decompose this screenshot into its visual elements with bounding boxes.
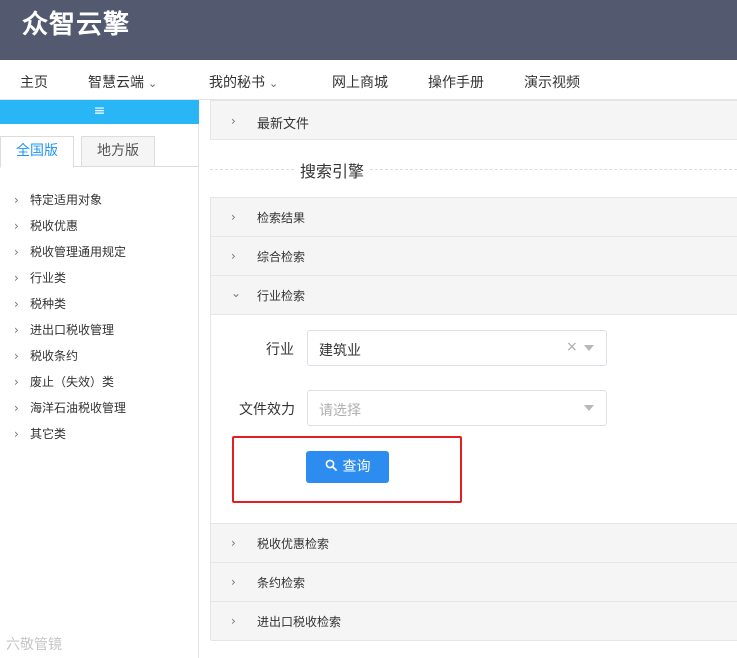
panel-comprehensive-search[interactable]: › 综合检索 — [211, 237, 737, 276]
sidebar: ≡ 全国版 地方版 › 特定适用对象 › 税收优惠 › 税收管理通用规定 › 行业类 ›… — [0, 100, 199, 658]
chevron-right-icon: › — [14, 297, 19, 311]
chevron-right-icon: › — [14, 375, 19, 389]
nav-my-secretary-label: 我的秘书 — [209, 75, 265, 91]
tree-item-label: 税收条约 — [30, 349, 79, 363]
search-icon — [325, 451, 337, 483]
tree-item[interactable]: › 行业类 — [0, 270, 199, 296]
main-content: › 最新文件 搜索引擎 › 检索结果 › 综合检索 ⌄ 行业检索 › 税收优惠检… — [210, 100, 737, 658]
chevron-right-icon: › — [231, 249, 236, 263]
search-engine-title: 搜索引擎 — [300, 162, 365, 181]
tree-item[interactable]: › 其它类 — [0, 426, 199, 452]
tree-item[interactable]: › 废止（失效）类 — [0, 374, 199, 400]
query-button[interactable]: 查询 — [306, 451, 389, 483]
panel-label: 进出口税收检索 — [257, 615, 342, 629]
panel-tax-incentive-search[interactable]: › 税收优惠检索 — [211, 524, 737, 563]
nav-my-secretary[interactable]: 我的秘书 ⌄ — [209, 72, 278, 92]
panel-label: 行业检索 — [257, 289, 306, 303]
nav-manual[interactable]: 操作手册 — [428, 72, 484, 92]
caret-down-icon — [584, 345, 594, 351]
query-button-label: 查询 — [342, 459, 371, 475]
panel-search-results[interactable]: › 检索结果 — [211, 198, 737, 237]
chevron-right-icon: › — [231, 536, 236, 550]
industry-select-value: 建筑业 — [319, 343, 361, 359]
top-nav: 主页 智慧云端 ⌄ 我的秘书 ⌄ 网上商城 操作手册 演示视频 — [0, 60, 737, 100]
panel-label: 综合检索 — [257, 250, 306, 264]
tree-item[interactable]: › 特定适用对象 — [0, 192, 199, 218]
tree-item-label: 废止（失效）类 — [30, 375, 115, 389]
divider — [210, 169, 294, 170]
nav-online-store-label: 网上商城 — [332, 75, 388, 91]
tree-item-label: 海洋石油税收管理 — [30, 401, 127, 415]
sidebar-tabs: 全国版 地方版 — [0, 136, 199, 168]
nav-smart-cloud[interactable]: 智慧云端 ⌄ — [88, 72, 157, 92]
tree-item-label: 税种类 — [30, 297, 67, 311]
tree-item[interactable]: › 税收优惠 — [0, 218, 199, 244]
tab-national[interactable]: 全国版 — [0, 136, 74, 168]
tree-item[interactable]: › 税种类 — [0, 296, 199, 322]
effect-select[interactable]: 请选择 — [307, 390, 607, 426]
tree-item-label: 进出口税收管理 — [30, 323, 115, 337]
chevron-right-icon: › — [14, 271, 19, 285]
effect-label: 文件效力 — [239, 402, 295, 418]
panel-label: 条约检索 — [257, 576, 306, 590]
chevron-right-icon: › — [14, 219, 19, 233]
chevron-down-icon: ⌄ — [269, 77, 279, 90]
chevron-right-icon: › — [231, 114, 236, 128]
tree-item[interactable]: › 海洋石油税收管理 — [0, 400, 199, 426]
chevron-right-icon: › — [14, 193, 19, 207]
effect-select-placeholder: 请选择 — [319, 403, 361, 419]
watermark: 六敬管镜 — [6, 637, 62, 653]
nav-smart-cloud-label: 智慧云端 — [88, 75, 144, 91]
latest-files-panel[interactable]: › 最新文件 — [210, 100, 737, 140]
tree-item[interactable]: › 税收条约 — [0, 348, 199, 374]
industry-select[interactable]: 建筑业 × — [307, 330, 607, 366]
nav-online-store[interactable]: 网上商城 — [332, 72, 388, 92]
chevron-right-icon: › — [231, 614, 236, 628]
tree-item[interactable]: › 税收管理通用规定 — [0, 244, 199, 270]
app-header: 众智云擎 — [0, 0, 737, 60]
app-logo[interactable]: 众智云擎 — [22, 4, 130, 41]
chevron-down-icon: ⌄ — [148, 77, 158, 90]
chevron-right-icon: › — [231, 210, 236, 224]
nav-home[interactable]: 主页 — [20, 72, 48, 92]
tree-item-label: 行业类 — [30, 271, 67, 285]
panel-industry-search[interactable]: ⌄ 行业检索 — [211, 276, 737, 315]
tree-item[interactable]: › 进出口税收管理 — [0, 322, 199, 348]
chevron-right-icon: › — [14, 245, 19, 259]
chevron-right-icon: › — [14, 323, 19, 337]
divider — [370, 169, 737, 170]
latest-files-label: 最新文件 — [257, 117, 310, 132]
menu-icon: ≡ — [93, 103, 106, 119]
sidebar-toggle[interactable]: ≡ — [0, 100, 199, 124]
chevron-right-icon: › — [14, 349, 19, 363]
chevron-down-icon: ⌄ — [231, 286, 242, 300]
category-tree: › 特定适用对象 › 税收优惠 › 税收管理通用规定 › 行业类 › 税种类 › 进出口税收… — [0, 192, 199, 452]
tree-item-label: 税收优惠 — [30, 219, 79, 233]
tree-item-label: 特定适用对象 — [30, 193, 103, 207]
caret-down-icon — [584, 405, 594, 411]
nav-home-label: 主页 — [20, 75, 48, 91]
nav-demo-video-label: 演示视频 — [524, 75, 580, 91]
panel-treaty-search[interactable]: › 条约检索 — [211, 563, 737, 602]
panel-import-export-search[interactable]: › 进出口税收检索 — [211, 602, 737, 641]
tab-local[interactable]: 地方版 — [81, 136, 155, 167]
nav-demo-video[interactable]: 演示视频 — [524, 72, 580, 92]
tree-item-label: 其它类 — [30, 427, 67, 441]
clear-icon[interactable]: × — [566, 339, 578, 355]
chevron-right-icon: › — [231, 575, 236, 589]
panel-label: 税收优惠检索 — [257, 537, 330, 551]
panel-label: 检索结果 — [257, 211, 306, 225]
chevron-right-icon: › — [14, 401, 19, 415]
chevron-right-icon: › — [14, 427, 19, 441]
tree-item-label: 税收管理通用规定 — [30, 245, 127, 259]
industry-label: 行业 — [266, 342, 294, 358]
nav-manual-label: 操作手册 — [428, 75, 484, 91]
